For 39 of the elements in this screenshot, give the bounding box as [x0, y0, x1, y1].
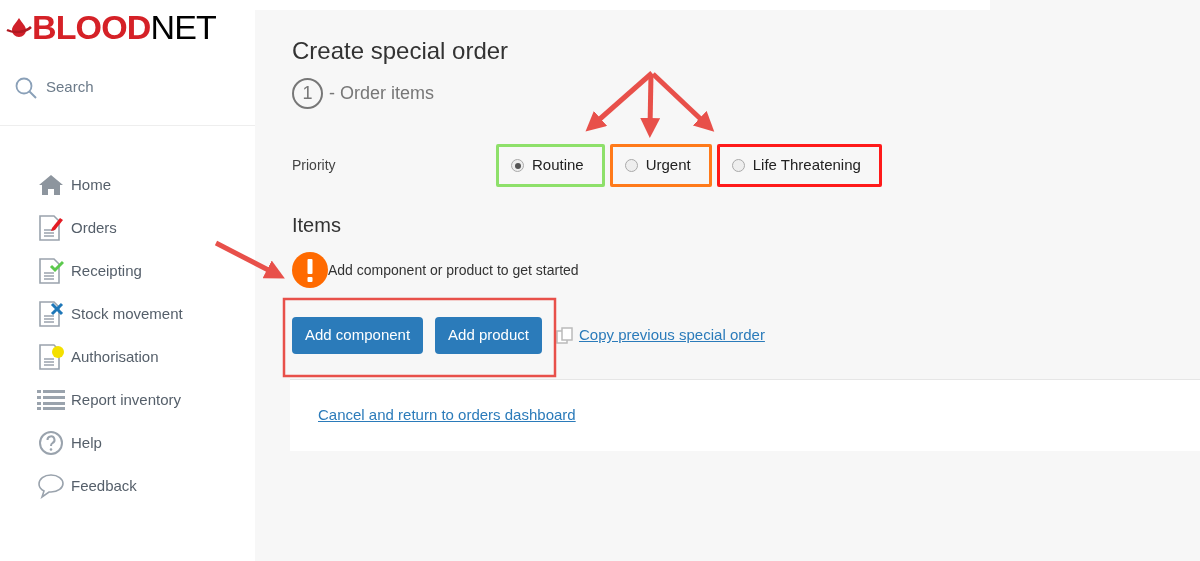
sidebar-item[interactable]: Orders: [37, 213, 255, 243]
page-title: Create special order: [292, 36, 510, 66]
items-heading: Items: [292, 213, 342, 238]
help-icon: [38, 430, 64, 456]
speech-bubble-icon: [37, 473, 65, 499]
radio-button[interactable]: [511, 159, 524, 172]
add-button[interactable]: Add product: [435, 317, 542, 354]
priority-option[interactable]: Urgent: [609, 144, 712, 187]
alert-message: Add component or product to get started: [328, 260, 579, 280]
logo-text: BLOODNET: [32, 10, 216, 44]
radio-button[interactable]: [624, 159, 638, 172]
document-icon: [38, 214, 64, 242]
document-icon: [38, 257, 64, 285]
radio-button[interactable]: [731, 159, 745, 172]
sidebar-item[interactable]: Stock movement: [37, 299, 255, 329]
search-icon: [14, 75, 38, 100]
document-icon: [38, 300, 64, 328]
sidebar-item[interactable]: Report inventory: [37, 385, 255, 415]
blood-drop-icon: [6, 17, 32, 37]
cancel-link[interactable]: Cancel and return to orders dashboard: [318, 404, 576, 427]
list-icon: [37, 389, 65, 411]
sidebar-item[interactable]: Home: [37, 170, 255, 200]
sidebar-item[interactable]: Help: [37, 428, 255, 458]
warning-icon: [292, 252, 328, 288]
house-icon: [38, 173, 64, 197]
priority-option[interactable]: Routine: [496, 144, 605, 187]
annotation-arrow: [214, 240, 285, 279]
step-number: 1: [292, 78, 323, 109]
priority-label: Priority: [292, 156, 337, 175]
document-icon: [38, 343, 64, 371]
add-button[interactable]: Add component: [292, 317, 424, 354]
sidebar-item[interactable]: Authorisation: [37, 342, 255, 372]
sidebar-item[interactable]: Feedback: [37, 471, 255, 501]
copy-icon: [554, 325, 575, 346]
priority-option[interactable]: Life Threatening: [716, 144, 882, 187]
sidebar-item[interactable]: Receipting: [37, 256, 255, 286]
search-field[interactable]: Search: [46, 76, 196, 99]
copy-link[interactable]: Copy previous special order: [578, 324, 765, 347]
step-label: - Order items: [329, 82, 434, 105]
